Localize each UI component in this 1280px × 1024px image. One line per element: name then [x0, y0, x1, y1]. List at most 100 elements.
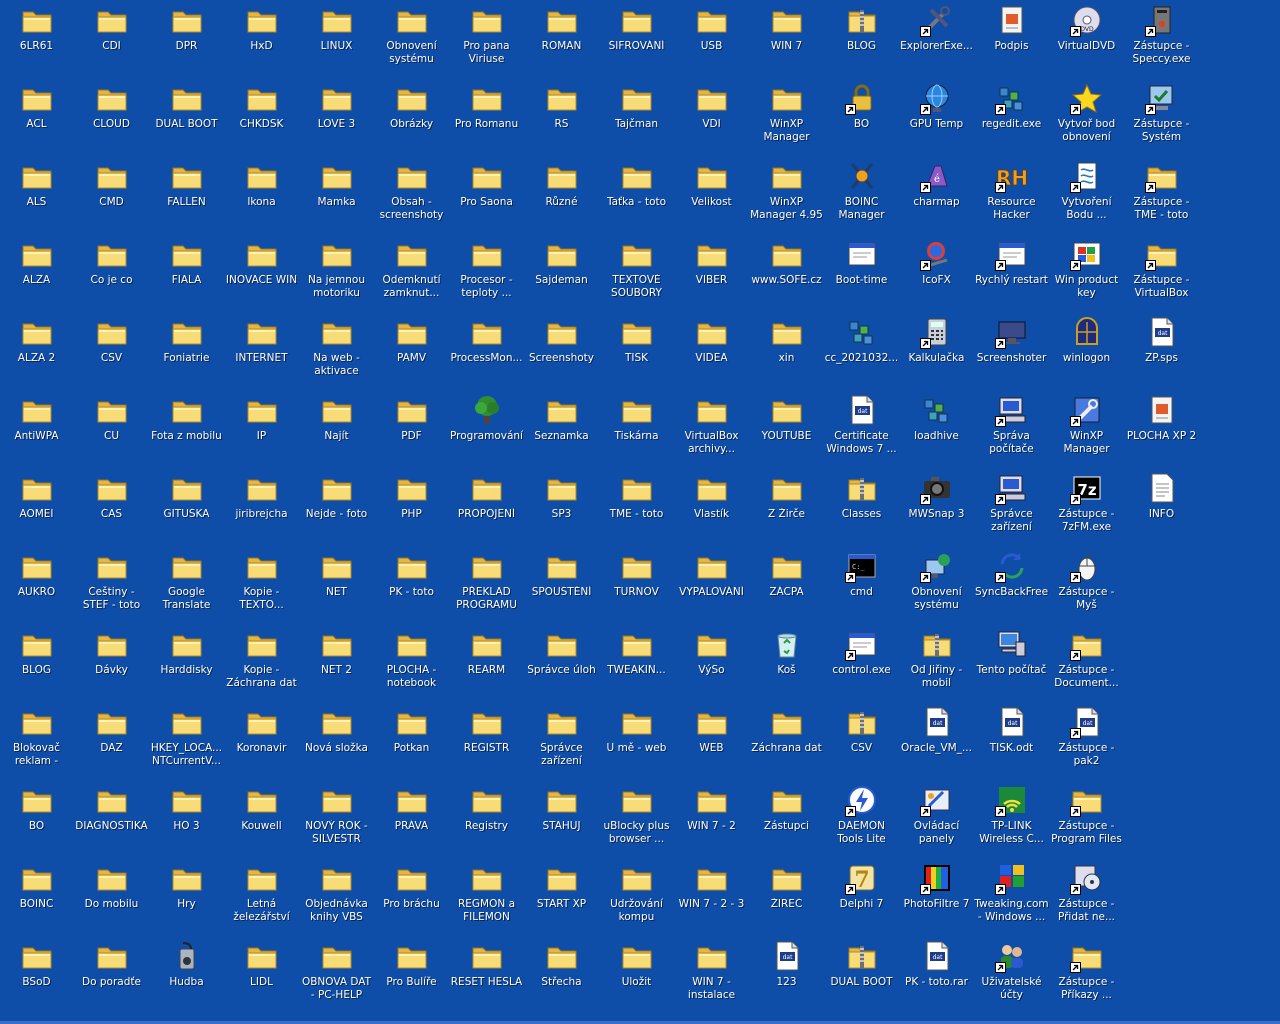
desktop-icon-virtualdvd[interactable]: DVD VirtualDVD: [1049, 2, 1124, 80]
desktop-icon-daemon-tools-lite[interactable]: DAEMON Tools Lite: [824, 782, 899, 860]
desktop-icon-dual-boot[interactable]: DUAL BOOT: [149, 80, 224, 158]
desktop-icon-www-sofe-cz[interactable]: www.SOFE.cz: [749, 236, 824, 314]
desktop-icon-chkdsk[interactable]: CHKDSK: [224, 80, 299, 158]
desktop-icon-als[interactable]: ALS: [0, 158, 74, 236]
desktop-icon-obnoveni-systemu[interactable]: Obnovení systému: [899, 548, 974, 626]
desktop-icon-spravce-zarizeni[interactable]: Správce zařízení: [974, 470, 1049, 548]
desktop-icon-u-me-web[interactable]: U mě - web: [599, 704, 674, 782]
desktop-icon-do-mobilu[interactable]: Do mobilu: [74, 860, 149, 938]
desktop-icon-winxp-manager[interactable]: WinXP Manager: [1049, 392, 1124, 470]
desktop-icon-zastupce-pak2[interactable]: dat Zástupce - pak2: [1049, 704, 1124, 782]
desktop-icon-cas[interactable]: ČAS: [74, 470, 149, 548]
desktop-icon-bo[interactable]: BO: [0, 782, 74, 860]
desktop-icon-cc-2021032[interactable]: cc_2021032...: [824, 314, 899, 392]
desktop-icon-win-7-2[interactable]: WIN 7 - 2: [674, 782, 749, 860]
desktop-icon-icofx[interactable]: IcoFX: [899, 236, 974, 314]
desktop-icon-pk-toto[interactable]: PK - toto: [374, 548, 449, 626]
desktop-icon-123[interactable]: dat 123: [749, 938, 824, 1016]
desktop-icon-kopie-zachrana-dat[interactable]: Kopie - Záchrana dat: [224, 626, 299, 704]
desktop-icon-vytvoreni-bodu[interactable]: Vytvoření Bodu ...: [1049, 158, 1124, 236]
desktop-icon-sp3[interactable]: SP3: [524, 470, 599, 548]
desktop-icon-propojeni[interactable]: PROPOJENÍ: [449, 470, 524, 548]
desktop-icon-spravce-zarizeni[interactable]: Správce zařízení: [524, 704, 599, 782]
desktop-icon-net[interactable]: NET: [299, 548, 374, 626]
desktop-icon-lidl[interactable]: LIDL: [224, 938, 299, 1016]
desktop-icon-od-jiriny-mobil[interactable]: Od Jiřiny - mobil: [899, 626, 974, 704]
desktop-icon-love-3[interactable]: LOVE 3: [299, 80, 374, 158]
desktop-icon-zastupce-document[interactable]: Zástupce - Document...: [1049, 626, 1124, 704]
desktop-icon-tajcman[interactable]: Tajčman: [599, 80, 674, 158]
desktop-icon-zastupce-prikazy[interactable]: Zástupce - Příkazy ...: [1049, 938, 1124, 1016]
desktop-icon-novy-rok-silvestr[interactable]: NOVÝ ROK - SILVESTR: [299, 782, 374, 860]
desktop-icon-plocha-xp-2[interactable]: PLOCHA XP 2: [1124, 392, 1199, 470]
desktop-icon-jiribrejcha[interactable]: jiribrejcha: [224, 470, 299, 548]
desktop-icon-najit[interactable]: Najít: [299, 392, 374, 470]
desktop-icon-cmd[interactable]: C:_ cmd: [824, 548, 899, 626]
desktop-icon-cu[interactable]: CU: [74, 392, 149, 470]
desktop-icon-csv[interactable]: CSV: [74, 314, 149, 392]
desktop-icon-stahuj[interactable]: STAHUJ: [524, 782, 599, 860]
desktop-icon-udrzovani-kompu[interactable]: Udržování kompu: [599, 860, 674, 938]
desktop-icon-tento-pocitac[interactable]: Tento počítač: [974, 626, 1049, 704]
desktop-icon-pro-pana-viriuse[interactable]: Pro pana Viriuse: [449, 2, 524, 80]
desktop-icon-zp-sps[interactable]: dat ZP.sps: [1124, 314, 1199, 392]
desktop-icon-dual-boot[interactable]: DUAL BOOT: [824, 938, 899, 1016]
desktop-icon-nova-slozka[interactable]: Nová složka: [299, 704, 374, 782]
desktop-icon-mamka[interactable]: Mamka: [299, 158, 374, 236]
desktop-icon-strecha[interactable]: Střecha: [524, 938, 599, 1016]
desktop-icon-nejde-foto[interactable]: Nejde - foto: [299, 470, 374, 548]
desktop-icon-prava[interactable]: PRÁVA: [374, 782, 449, 860]
desktop-icon-blokovac-reklam-ublock[interactable]: Blokovač reklam - uBlock: [0, 704, 74, 782]
desktop-icon-sprava-pocitace[interactable]: Správa počítače: [974, 392, 1049, 470]
desktop-icon-winxp-manager[interactable]: WinXP Manager: [749, 80, 824, 158]
desktop-icon-processmon[interactable]: ProcessMon...: [449, 314, 524, 392]
desktop-icon-pro-brachu[interactable]: Pro bráchu: [374, 860, 449, 938]
desktop-icon-alza[interactable]: ALZA: [0, 236, 74, 314]
desktop-icon-control-exe[interactable]: control.exe: [824, 626, 899, 704]
desktop-icon-letna-zelezarstvi[interactable]: Letná železářství: [224, 860, 299, 938]
desktop-icon-blog[interactable]: BLOG: [824, 2, 899, 80]
desktop-icon-csv[interactable]: CSV: [824, 704, 899, 782]
desktop-icon-screenshoter[interactable]: Screenshoter: [974, 314, 1049, 392]
desktop-icon-start-xp[interactable]: START XP: [524, 860, 599, 938]
desktop-icon-harddisky[interactable]: Harddisky: [149, 626, 224, 704]
desktop-icon-kopie-texto[interactable]: Kopie - TEXTO...: [224, 548, 299, 626]
desktop-icon-web[interactable]: WEB: [674, 704, 749, 782]
desktop-icon-virtualbox-archivy[interactable]: VirtualBox archivy...: [674, 392, 749, 470]
desktop-icon-rychly-restart[interactable]: Rychlý restart: [974, 236, 1049, 314]
desktop-icon-tweaking-com-windows[interactable]: Tweaking.com - Windows ...: [974, 860, 1049, 938]
desktop-icon-boot-time[interactable]: Boot-time: [824, 236, 899, 314]
desktop-icon-spravce-uloh[interactable]: Správce úloh: [524, 626, 599, 704]
desktop-icon-ublocky-plus-browser[interactable]: uBlocky plus browser ...: [599, 782, 674, 860]
desktop-icon-hkey-loca-ntcurrentv[interactable]: HKEY_LOCA... NTCurrentV...: [149, 704, 224, 782]
desktop-icon-vytvor-bod-obnoveni[interactable]: Vytvoř bod obnovení: [1049, 80, 1124, 158]
desktop-icon-photofiltre-7[interactable]: PhotoFiltre 7: [899, 860, 974, 938]
desktop-icon-kouwell[interactable]: Kouwell: [224, 782, 299, 860]
desktop-icon-regmon-a-filemon[interactable]: REGMON a FILEMON: [449, 860, 524, 938]
desktop-icon-syncbackfree[interactable]: SyncBackFree: [974, 548, 1049, 626]
desktop-icon-turnov[interactable]: TURNOV: [599, 548, 674, 626]
desktop-icon-preklad-programu[interactable]: PŘEKLAD PROGRAMU: [449, 548, 524, 626]
desktop-icon-obsah-screenshoty[interactable]: Obsah - screenshoty: [374, 158, 449, 236]
desktop-icon-zastupce-7zfm-exe[interactable]: 7z Zástupce - 7zFM.exe: [1049, 470, 1124, 548]
desktop-icon-tisk-odt[interactable]: dat TISK.odt: [974, 704, 1049, 782]
desktop-icon-do-poradte[interactable]: Do poradťe: [74, 938, 149, 1016]
desktop-icon-boinc-manager[interactable]: BOINC Manager: [824, 158, 899, 236]
desktop-icon-regedit-exe[interactable]: regedit.exe: [974, 80, 1049, 158]
desktop-icon-aomei[interactable]: AOMEI: [0, 470, 74, 548]
desktop-icon-tisk[interactable]: TISK: [599, 314, 674, 392]
desktop-icon-rs[interactable]: RS: [524, 80, 599, 158]
desktop-icon-zastupce-pridat-ne[interactable]: Zástupce - Přidat ne...: [1049, 860, 1124, 938]
desktop-icon-co-je-co[interactable]: Co je co: [74, 236, 149, 314]
desktop-icon-ruzne[interactable]: Různé: [524, 158, 599, 236]
desktop-icon-cdi[interactable]: CDI: [74, 2, 149, 80]
desktop-icon-win-7[interactable]: WIN 7: [749, 2, 824, 80]
desktop-icon-zastupce-speccy-exe[interactable]: Zástupce - Speccy.exe: [1124, 2, 1199, 80]
desktop-icon-6lr61[interactable]: 6LR61: [0, 2, 74, 80]
desktop-icon-blog[interactable]: BLOG: [0, 626, 74, 704]
desktop-icon-gituska[interactable]: GITUŠKA: [149, 470, 224, 548]
desktop-icon-rearm[interactable]: REARM: [449, 626, 524, 704]
desktop-icon-boinc[interactable]: BOINC: [0, 860, 74, 938]
desktop-icon-ovladaci-panely[interactable]: Ovládací panely: [899, 782, 974, 860]
desktop-icon-uzivatelske-ucty[interactable]: Uživatelské účty: [974, 938, 1049, 1016]
